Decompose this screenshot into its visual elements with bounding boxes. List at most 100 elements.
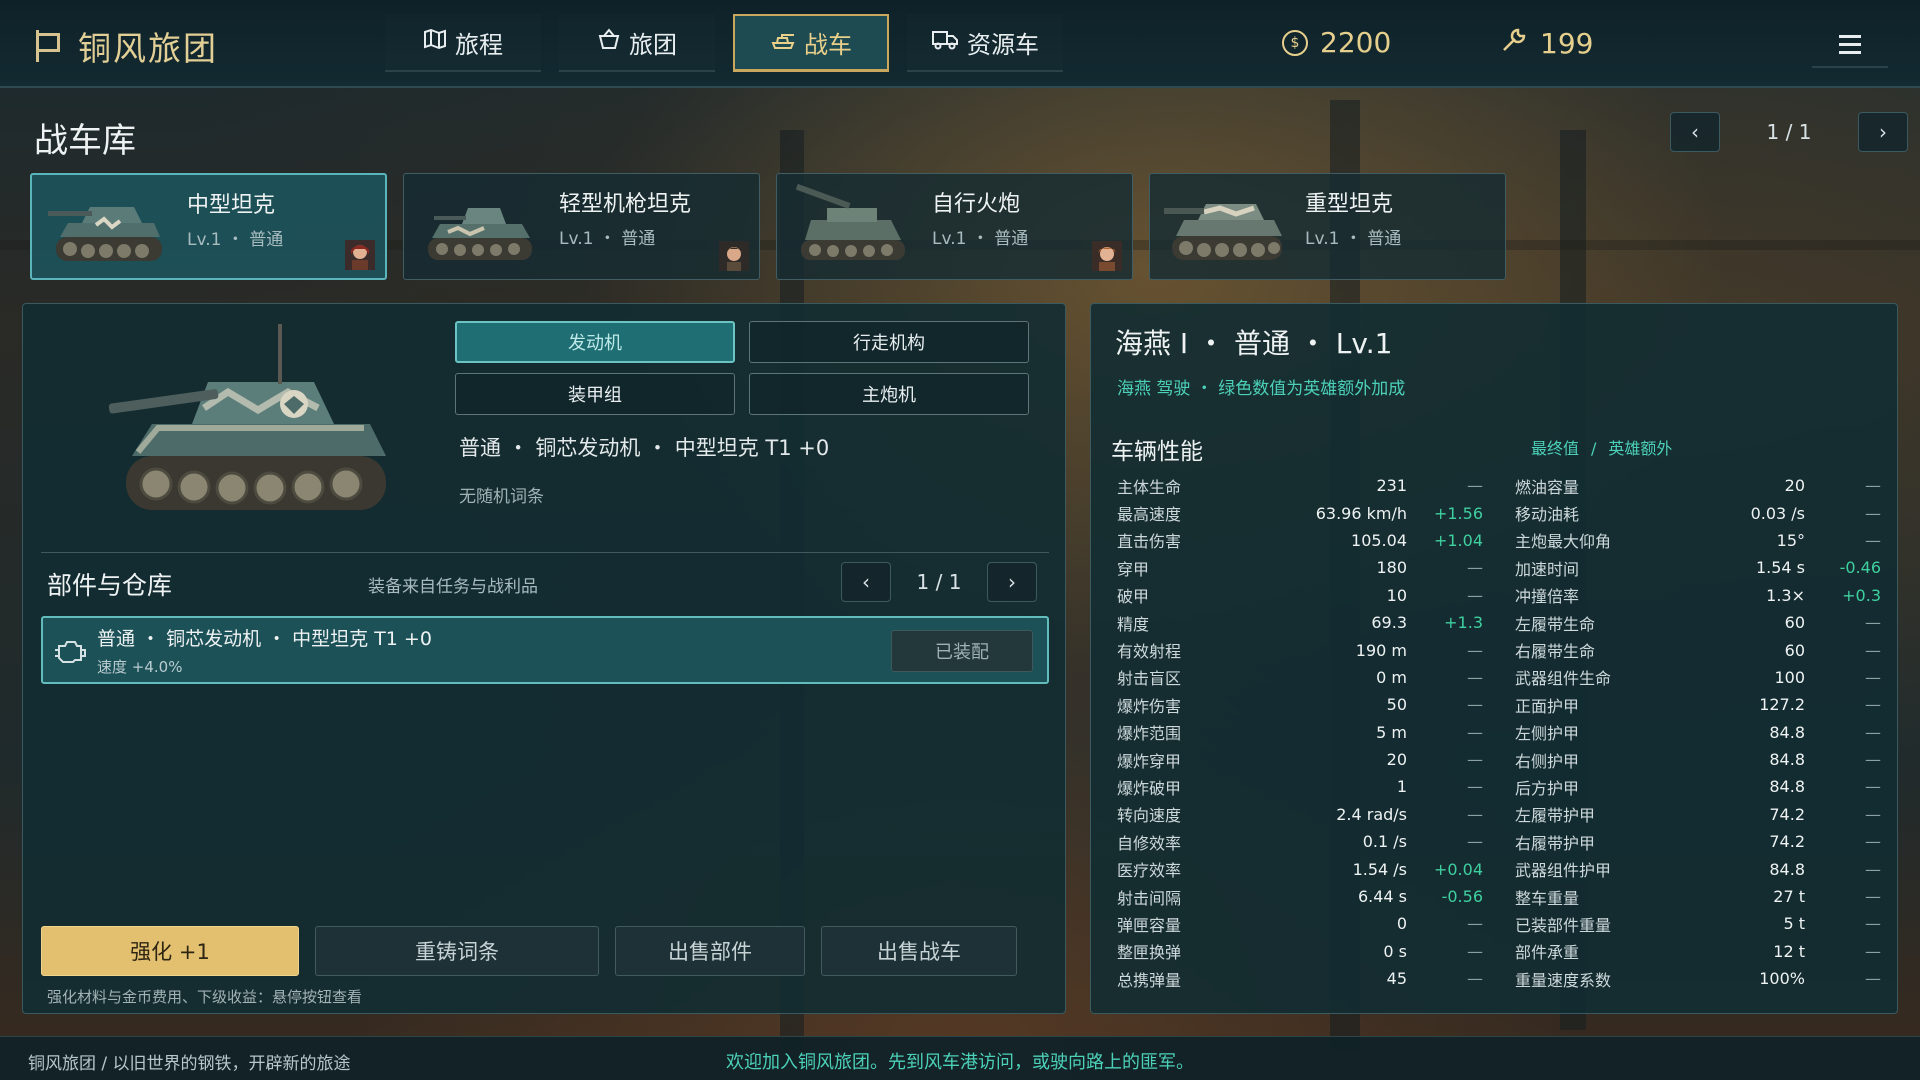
next-page-button[interactable]: › [1858, 112, 1908, 152]
stat-hero-bonus: +0.04 [1433, 859, 1483, 879]
vehicle-cards: 中型坦克 Lv.1 ・ 普通 轻型机枪坦克 Lv.1 ・ 普通 自行火炮 Lv.… [30, 173, 1506, 280]
menu-button[interactable] [1812, 22, 1888, 68]
equipped-button[interactable]: 已装配 [891, 630, 1033, 672]
inventory-title: 部件与仓库 [47, 571, 173, 600]
stat-value: 84.8 [1769, 722, 1805, 742]
stat-row: 右履带护甲 74.2 — [1515, 828, 1881, 855]
stat-row: 总携弹量 45 — [1117, 965, 1483, 992]
inventory-subtitle: 装备来自任务与战利品 [368, 577, 538, 597]
stats-column-right: 燃油容量 20 — 移动油耗 0.03 /s — 主炮最大仰角 15° — 加速时间 1.54 s -… [1515, 472, 1881, 992]
tab-label: 战车 [804, 31, 852, 59]
stat-hero-bonus: — [1865, 530, 1881, 550]
tab-armor-group[interactable]: 装甲组 [455, 373, 735, 415]
stat-hero-bonus: — [1865, 969, 1881, 989]
stat-value: 0.03 /s [1750, 503, 1805, 523]
stat-value: 0 [1396, 914, 1407, 934]
flag-icon [34, 30, 60, 62]
stat-hero-bonus: +1.56 [1433, 503, 1483, 523]
page-indicator: 1 / 1 [1766, 120, 1812, 144]
stat-label: 移动油耗 [1515, 505, 1580, 525]
stat-label: 武器组件护甲 [1515, 861, 1612, 881]
stat-hero-bonus: — [1467, 941, 1483, 961]
tank-icon [770, 29, 796, 57]
stat-label: 爆炸穿甲 [1117, 751, 1182, 771]
stat-label: 整匣换弹 [1117, 943, 1182, 963]
vehicle-card-self-propelled-gun[interactable]: 自行火炮 Lv.1 ・ 普通 [776, 173, 1133, 280]
parts-counter: 199 [1500, 26, 1593, 61]
stat-value: 5 t [1783, 914, 1805, 934]
vehicle-card-medium-tank[interactable]: 中型坦克 Lv.1 ・ 普通 [30, 173, 387, 280]
stat-row: 移动油耗 0.03 /s — [1515, 499, 1881, 526]
stat-row: 整匣换弹 0 s — [1117, 938, 1483, 965]
brand: 铜风旅团 [34, 22, 218, 70]
garage-title: 战车库 [34, 121, 136, 161]
inventory-next-button[interactable]: › [987, 562, 1037, 602]
vehicle-meta: Lv.1 ・ 普通 [1305, 229, 1402, 249]
parts-panel: 发动机 行走机构 装甲组 主炮机 普通 ・ 铜芯发动机 ・ 中型坦克 T1 +0… [22, 303, 1066, 1014]
stat-label: 有效射程 [1117, 642, 1182, 662]
stat-hero-bonus: — [1865, 640, 1881, 660]
stat-label: 主体生命 [1117, 477, 1182, 497]
inventory-prev-button[interactable]: ‹ [841, 562, 891, 602]
stat-value: 1.54 s [1755, 558, 1805, 578]
stat-value: 0 s [1383, 941, 1407, 961]
app-title: 铜风旅团 [78, 29, 218, 68]
pilot-avatar [1092, 241, 1122, 271]
stat-row: 加速时间 1.54 s -0.46 [1515, 554, 1881, 581]
stat-hero-bonus: — [1467, 695, 1483, 715]
stat-value: 100% [1759, 969, 1805, 989]
stat-label: 破甲 [1117, 587, 1150, 607]
stat-hero-bonus: — [1467, 777, 1483, 797]
inventory-page-indicator: 1 / 1 [916, 570, 962, 594]
upgrade-button[interactable]: 强化 +1 [41, 926, 299, 976]
stat-row: 自修效率 0.1 /s — [1117, 828, 1483, 855]
inventory-item[interactable]: 普通 ・ 铜芯发动机 ・ 中型坦克 T1 +0 速度 +4.0% 已装配 [41, 616, 1049, 684]
item-name: 普通 ・ 铜芯发动机 ・ 中型坦克 T1 +0 [97, 628, 432, 650]
stat-label: 主炮最大仰角 [1515, 532, 1612, 552]
stat-hero-bonus: — [1467, 969, 1483, 989]
action-hint: 强化材料与金币费用、下级收益：悬停按钮查看 [47, 988, 363, 1006]
stat-label: 右侧护甲 [1515, 751, 1580, 771]
tab-supply-trucks[interactable]: 资源车 [907, 14, 1063, 72]
stat-hero-bonus: — [1467, 476, 1483, 496]
artillery-thumbnail [795, 184, 905, 260]
stat-row: 左侧护甲 84.8 — [1515, 719, 1881, 746]
stat-value: 1.3× [1766, 585, 1805, 605]
vehicle-name: 轻型机枪坦克 [559, 192, 692, 217]
reforge-button[interactable]: 重铸词条 [315, 926, 599, 976]
stat-value: 105.04 [1351, 530, 1407, 550]
stat-hero-bonus: — [1865, 804, 1881, 824]
vehicle-card-heavy-tank[interactable]: 重型坦克 Lv.1 ・ 普通 [1149, 173, 1506, 280]
stat-hero-bonus: — [1865, 859, 1881, 879]
stat-row: 冲撞倍率 1.3× +0.3 [1515, 582, 1881, 609]
sell-vehicle-button[interactable]: 出售战车 [821, 926, 1017, 976]
coin-icon: $ [1282, 29, 1308, 56]
vehicle-card-light-mg-tank[interactable]: 轻型机枪坦克 Lv.1 ・ 普通 [403, 173, 760, 280]
stat-row: 直击伤害 105.04 +1.04 [1117, 527, 1483, 554]
stat-row: 爆炸破甲 1 — [1117, 773, 1483, 800]
stat-row: 重量速度系数 100% — [1515, 965, 1881, 992]
stat-hero-bonus: — [1467, 914, 1483, 934]
prev-page-button[interactable]: ‹ [1670, 112, 1720, 152]
tab-brigade[interactable]: 旅团 [559, 14, 715, 72]
sell-part-button[interactable]: 出售部件 [615, 926, 805, 976]
stat-hero-bonus: -0.46 [1839, 558, 1881, 578]
stat-label: 总携弹量 [1117, 970, 1182, 990]
tab-main-gun[interactable]: 主炮机 [749, 373, 1029, 415]
stat-hero-bonus: — [1467, 750, 1483, 770]
vehicle-name: 自行火炮 [932, 192, 1021, 217]
stat-row: 后方护甲 84.8 — [1515, 773, 1881, 800]
stat-label: 最高速度 [1117, 505, 1182, 525]
tab-vehicles[interactable]: 战车 [733, 14, 889, 72]
stat-label: 爆炸破甲 [1117, 778, 1182, 798]
stat-label: 左履带生命 [1515, 614, 1596, 634]
performance-title: 车辆性能 [1111, 439, 1203, 465]
tab-engine[interactable]: 发动机 [455, 321, 735, 363]
tab-journey[interactable]: 旅程 [385, 14, 541, 72]
tab-running-gear[interactable]: 行走机构 [749, 321, 1029, 363]
stat-label: 后方护甲 [1515, 778, 1580, 798]
stat-value: 190 m [1355, 640, 1407, 660]
stat-value: 74.2 [1769, 832, 1805, 852]
stat-hero-bonus: — [1467, 558, 1483, 578]
vehicle-stats-panel: 海燕 I ・ 普通 ・ Lv.1 海燕 驾驶 ・ 绿色数值为英雄额外加成 车辆性… [1090, 303, 1898, 1014]
